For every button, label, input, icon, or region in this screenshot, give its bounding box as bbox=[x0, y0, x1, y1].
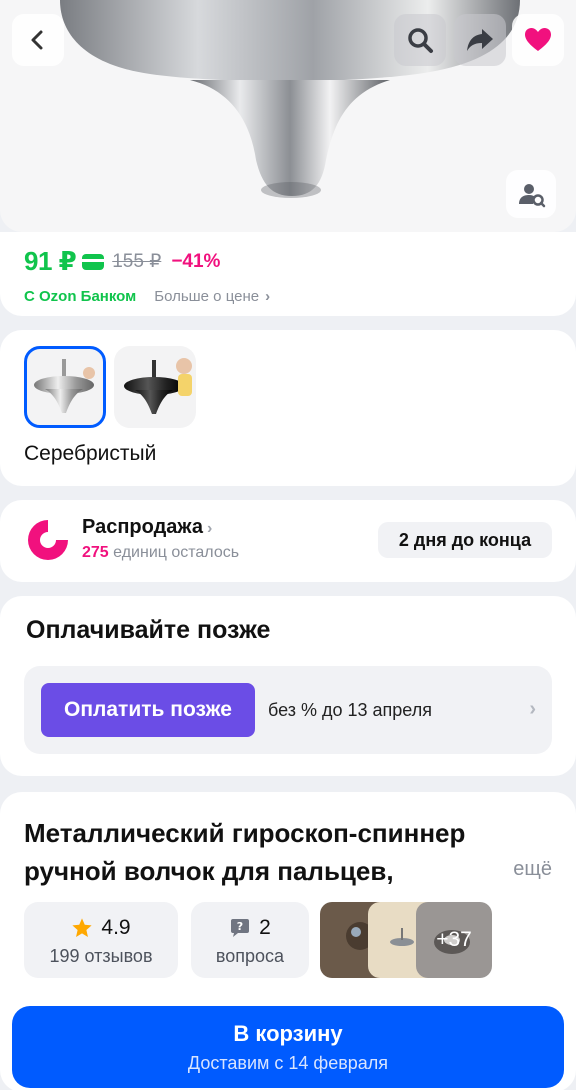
questions-count: 2 bbox=[259, 916, 271, 939]
rating-box[interactable]: 4.9 199 отзывов bbox=[24, 902, 178, 978]
chevron-left-icon bbox=[31, 30, 43, 50]
sale-title[interactable]: Распродажа › bbox=[82, 516, 212, 539]
pay-later-card: Оплачивайте позже Оплатить позже без % д… bbox=[0, 596, 576, 776]
questions-label: вопроса bbox=[215, 946, 285, 966]
share-button[interactable] bbox=[454, 14, 506, 66]
selected-variant-label: Серебристый bbox=[24, 442, 157, 465]
delivery-date: Доставим с 14 февраля bbox=[187, 1053, 389, 1073]
heart-icon bbox=[525, 28, 551, 51]
stock-suffix: единиц осталось bbox=[113, 544, 240, 561]
silver-spinner-image bbox=[34, 359, 95, 413]
variant-black[interactable] bbox=[114, 346, 196, 428]
questions-box[interactable]: ? 2 вопроса bbox=[191, 902, 309, 978]
search-icon bbox=[408, 28, 433, 53]
back-button[interactable] bbox=[12, 14, 64, 66]
variant-silver[interactable] bbox=[24, 346, 106, 428]
chevron-right-icon: › bbox=[206, 520, 213, 537]
price-row: 91 ₽ 155 ₽ −41% bbox=[24, 246, 220, 277]
chevron-right-icon: › bbox=[529, 698, 536, 720]
expand-title-link[interactable]: ещё bbox=[513, 858, 552, 881]
search-button[interactable] bbox=[394, 14, 446, 66]
product-image-gallery[interactable] bbox=[0, 0, 576, 232]
reviews-count: 199 отзывов bbox=[49, 946, 153, 966]
pay-later-button[interactable]: Оплатить позже bbox=[41, 683, 255, 737]
image-search-icon bbox=[519, 184, 546, 208]
ozon-bank-label: С Ozon Банком bbox=[24, 288, 137, 305]
add-to-cart-label: В корзину bbox=[233, 1021, 343, 1046]
variants-card: Серебристый bbox=[0, 330, 576, 486]
discount-badge: −41% bbox=[171, 250, 221, 272]
bank-card-icon bbox=[82, 253, 105, 270]
old-price: 155 ₽ bbox=[112, 251, 162, 272]
more-photos-count: +37 bbox=[436, 928, 472, 951]
sale-logo-icon bbox=[28, 520, 68, 560]
sale-card[interactable]: Распродажа › 275 единиц осталось 2 дня до… bbox=[0, 500, 576, 582]
black-spinner-image bbox=[124, 358, 192, 414]
pay-later-title: Оплачивайте позже bbox=[26, 616, 271, 644]
question-bubble-icon: ? bbox=[231, 919, 250, 937]
image-search-button[interactable] bbox=[506, 170, 556, 218]
stock-count: 275 bbox=[82, 544, 109, 561]
star-icon bbox=[72, 918, 93, 937]
sale-deadline-badge: 2 дня до конца bbox=[378, 522, 552, 558]
sale-stock: 275 единиц осталось bbox=[82, 544, 239, 562]
favorite-button[interactable] bbox=[512, 14, 564, 66]
svg-text:?: ? bbox=[237, 920, 243, 933]
add-to-cart-button[interactable]: В корзину Доставим с 14 февраля bbox=[12, 1006, 564, 1088]
price-details-link[interactable]: Больше о цене bbox=[154, 288, 259, 305]
rating-value: 4.9 bbox=[101, 916, 131, 939]
more-photos-button[interactable]: +37 bbox=[416, 902, 492, 978]
share-arrow-icon bbox=[467, 29, 493, 51]
chevron-right-icon: › bbox=[265, 288, 271, 305]
product-title: Металлический гироскоп-спиннер ручной во… bbox=[24, 818, 466, 886]
price-card[interactable]: 91 ₽ 155 ₽ −41% С Ozon Банком Больше о ц… bbox=[0, 232, 576, 316]
pay-later-terms: без % до 13 апреля bbox=[268, 700, 432, 720]
pay-later-offer[interactable]: Оплатить позже без % до 13 апреля › bbox=[24, 666, 552, 754]
bank-row[interactable]: С Ozon Банком Больше о цене › bbox=[24, 288, 270, 305]
current-price: 91 ₽ bbox=[24, 246, 77, 276]
